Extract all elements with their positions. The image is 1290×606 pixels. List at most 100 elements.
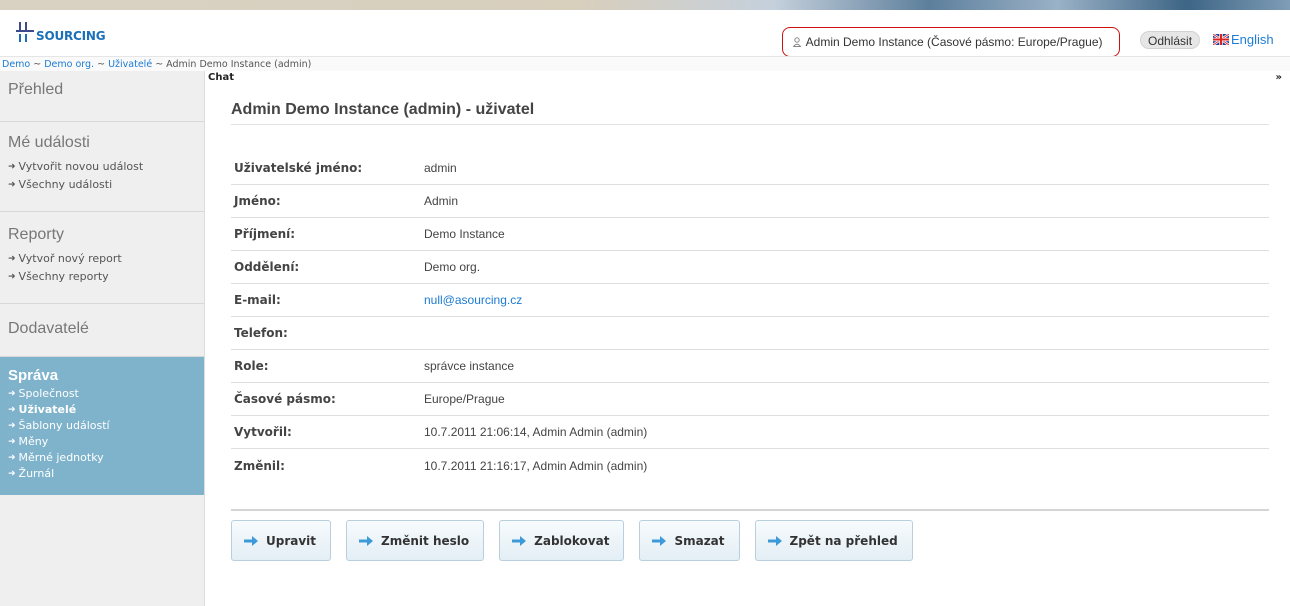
- sidebar-item-currencies[interactable]: ➜ Měny: [8, 434, 204, 450]
- block-button[interactable]: Zablokovat: [499, 520, 625, 561]
- expand-chat-icon[interactable]: »: [1276, 71, 1282, 85]
- edit-button[interactable]: Upravit: [231, 520, 332, 561]
- sidebar-section-admin: Správa ➜ Společnost ➜ Uživatelé ➜ Šablony u…: [0, 357, 204, 495]
- arrow-right-icon: [767, 535, 782, 546]
- sidebar-item-label: Měny: [18, 435, 49, 448]
- sidebar-item-label: Měrné jednotky: [18, 451, 104, 464]
- sidebar-title-reports[interactable]: Reporty: [8, 226, 204, 244]
- detail-row-last-name: Příjmení: Demo Instance: [231, 218, 1269, 251]
- logout-button[interactable]: Odhlásit: [1140, 31, 1201, 49]
- sidebar-item-journal[interactable]: ➜ Žurnál: [8, 466, 204, 482]
- block-button-label: Zablokovat: [534, 533, 610, 548]
- edit-button-label: Upravit: [266, 533, 317, 548]
- sidebar-section-events: Mé události ➜ Vytvořit novou událost ➜ Vše…: [0, 122, 204, 212]
- arrow-right-icon: ➜: [8, 421, 16, 431]
- detail-value: admin: [424, 161, 457, 175]
- header: SOURCING Admin Demo Instance (Časové pás…: [0, 10, 1290, 57]
- detail-value: 10.7.2011 21:16:17, Admin Admin (admin): [424, 458, 648, 473]
- detail-label: Uživatelské jméno:: [234, 161, 363, 175]
- back-to-overview-button[interactable]: Zpět na přehled: [754, 520, 913, 561]
- sidebar-item-label: Všechny události: [18, 178, 113, 191]
- sidebar-section-overview: Přehled: [0, 71, 204, 122]
- chat-label: Chat: [208, 72, 234, 83]
- language-label: English: [1231, 32, 1274, 47]
- detail-label: E-mail:: [234, 293, 281, 307]
- breadcrumb-separator: ~: [30, 59, 45, 70]
- arrow-right-icon: [512, 535, 527, 546]
- header-banner: [0, 0, 1290, 10]
- arrow-right-icon: ➜: [8, 180, 16, 190]
- user-details: Uživatelské jméno: admin Jméno: Admin Příj…: [231, 152, 1269, 482]
- arrow-right-icon: [652, 535, 667, 546]
- email-link[interactable]: null@asourcing.cz: [424, 293, 522, 307]
- breadcrumb-separator: ~: [152, 59, 167, 70]
- detail-value: Demo Instance: [424, 227, 505, 241]
- sidebar-item-all-events[interactable]: ➜ Všechny události: [8, 176, 204, 194]
- detail-row-role: Role: správce instance: [231, 350, 1269, 383]
- sidebar-item-overview[interactable]: Přehled: [8, 81, 204, 99]
- sidebar-item-suppliers[interactable]: Dodavatelé: [8, 320, 204, 338]
- detail-value: Admin: [424, 194, 459, 208]
- breadcrumb-separator: ~: [94, 59, 109, 70]
- sidebar-item-users[interactable]: ➜ Uživatelé: [8, 402, 204, 418]
- breadcrumb-link[interactable]: Demo: [2, 59, 30, 70]
- detail-row-first-name: Jméno: Admin: [231, 185, 1269, 218]
- sidebar-section-suppliers: Dodavatelé: [0, 304, 204, 357]
- sidebar-item-company[interactable]: ➜ Společnost: [8, 386, 204, 402]
- detail-value: Europe/Prague: [424, 392, 505, 406]
- sidebar-item-all-reports[interactable]: ➜ Všechny reporty: [8, 268, 204, 286]
- back-button-label: Zpět na přehled: [789, 533, 898, 548]
- breadcrumb: Demo ~ Demo org. ~ Uživatelé ~ Admin Dem…: [0, 56, 1290, 71]
- sidebar-title-events[interactable]: Mé události: [8, 134, 204, 152]
- detail-row-timezone: Časové pásmo: Europe/Prague: [231, 383, 1269, 416]
- detail-value: Demo org.: [424, 260, 481, 274]
- delete-button[interactable]: Smazat: [639, 520, 740, 561]
- user-icon: [793, 37, 801, 47]
- logo-mark-icon: [16, 22, 34, 42]
- detail-value: správce instance: [424, 359, 515, 373]
- arrow-right-icon: [359, 535, 374, 546]
- page-title: Admin Demo Instance (admin) - uživatel: [231, 101, 535, 118]
- logo-text: SOURCING: [36, 29, 106, 43]
- detail-label: Telefon:: [234, 326, 288, 340]
- arrow-right-icon: [244, 535, 258, 546]
- uk-flag-icon: [1213, 34, 1229, 45]
- sidebar-item-new-report[interactable]: ➜ Vytvoř nový report: [8, 250, 204, 268]
- arrow-right-icon: ➜: [8, 453, 16, 463]
- arrow-right-icon: ➜: [8, 162, 16, 172]
- language-switch[interactable]: English: [1213, 32, 1274, 47]
- detail-row-department: Oddělení: Demo org.: [231, 251, 1269, 284]
- change-password-button-label: Změnit heslo: [381, 533, 470, 548]
- detail-row-username: Uživatelské jméno: admin: [231, 152, 1269, 185]
- sidebar-item-label: Žurnál: [18, 467, 55, 480]
- action-buttons: Upravit Změnit heslo Zablokovat Smazat Z…: [231, 520, 928, 561]
- arrow-right-icon: ➜: [8, 254, 16, 264]
- arrow-right-icon: ➜: [8, 469, 16, 479]
- delete-button-label: Smazat: [674, 533, 725, 548]
- sidebar-item-label: Společnost: [18, 387, 79, 400]
- sidebar-item-event-templates[interactable]: ➜ Šablony událostí: [8, 418, 204, 434]
- detail-label: Příjmení:: [234, 227, 296, 241]
- divider: [231, 124, 1269, 125]
- chat-bar[interactable]: Chat »: [206, 71, 1290, 85]
- divider: [231, 509, 1269, 511]
- detail-row-email: E-mail: null@asourcing.cz: [231, 284, 1269, 317]
- sidebar-title-admin[interactable]: Správa: [8, 367, 204, 384]
- detail-label: Změnil:: [234, 458, 285, 473]
- logo[interactable]: SOURCING: [16, 22, 106, 43]
- sidebar-item-units[interactable]: ➜ Měrné jednotky: [8, 450, 204, 466]
- detail-value: 10.7.2011 21:06:14, Admin Admin (admin): [424, 425, 648, 439]
- breadcrumb-current: Admin Demo Instance (admin): [166, 59, 312, 70]
- sidebar-item-label: Vytvořit novou událost: [18, 160, 144, 173]
- current-user-info[interactable]: Admin Demo Instance (Časové pásmo: Europ…: [782, 27, 1120, 57]
- arrow-right-icon: ➜: [8, 437, 16, 447]
- breadcrumb-link[interactable]: Uživatelé: [108, 59, 152, 70]
- detail-row-phone: Telefon:: [231, 317, 1269, 350]
- sidebar-item-new-event[interactable]: ➜ Vytvořit novou událost: [8, 158, 204, 176]
- detail-label: Oddělení:: [234, 260, 300, 274]
- detail-row-created: Vytvořil: 10.7.2011 21:06:14, Admin Admin…: [231, 416, 1269, 449]
- arrow-right-icon: ➜: [8, 405, 16, 415]
- breadcrumb-link[interactable]: Demo org.: [44, 59, 94, 70]
- change-password-button[interactable]: Změnit heslo: [346, 520, 485, 561]
- sidebar-item-label: Šablony událostí: [18, 419, 110, 432]
